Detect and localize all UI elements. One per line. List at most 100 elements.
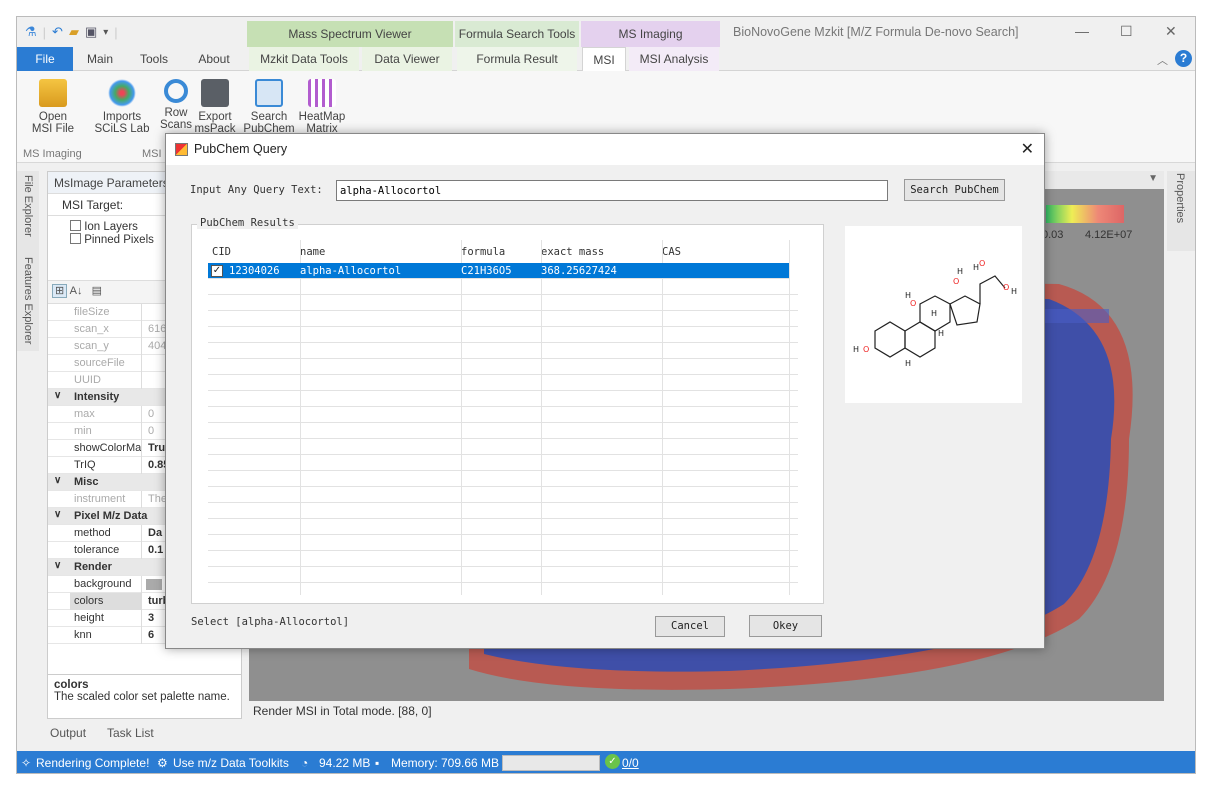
maximize-icon[interactable]: ☐ bbox=[1120, 23, 1133, 40]
heatmap-matrix-button[interactable]: HeatMap Matrix bbox=[296, 79, 348, 135]
property-key: TrIQ bbox=[70, 457, 142, 474]
export-mspack-button[interactable]: Export msPack bbox=[189, 79, 241, 135]
collapse-ribbon-icon[interactable]: ︿ bbox=[1157, 52, 1168, 68]
checkbox-icon[interactable] bbox=[70, 220, 81, 231]
row-checkbox-icon[interactable]: ✓ bbox=[211, 265, 223, 277]
close-window-icon[interactable]: ✕ bbox=[1165, 23, 1177, 40]
table-row bbox=[208, 423, 798, 439]
property-key: min bbox=[70, 423, 142, 440]
column-header[interactable]: name bbox=[300, 246, 325, 258]
svg-text:H: H bbox=[1011, 287, 1017, 296]
column-header[interactable]: exact mass bbox=[541, 246, 604, 258]
properties-dock-tab[interactable]: Properties bbox=[1167, 171, 1195, 251]
task-count-link[interactable]: 0/0 bbox=[622, 756, 639, 770]
tab-main[interactable]: Main bbox=[75, 47, 125, 71]
property-key: sourceFile bbox=[70, 355, 142, 372]
property-pages-icon[interactable]: ▤ bbox=[92, 285, 102, 297]
undo-icon[interactable]: ↶ bbox=[52, 24, 63, 40]
grid-icon bbox=[308, 79, 336, 107]
button-label: MSI File bbox=[31, 123, 75, 135]
property-key: instrument bbox=[70, 491, 142, 508]
title-bar: ⚗ | ↶ ▰ ▣ ▾ | Mass Spectrum Viewer Formu… bbox=[17, 17, 1195, 47]
qat-dropdown-icon[interactable]: ▾ bbox=[103, 27, 108, 38]
button-label: Open bbox=[38, 111, 68, 123]
checkbox-icon[interactable] bbox=[70, 233, 81, 244]
selection-text: Select [alpha-Allocortol] bbox=[191, 616, 350, 628]
table-row bbox=[208, 375, 798, 391]
folder-icon[interactable]: ▰ bbox=[69, 24, 79, 40]
chevron-down-icon[interactable]: ∨ bbox=[54, 475, 61, 486]
table-row bbox=[208, 567, 798, 583]
query-input[interactable] bbox=[336, 180, 888, 201]
memory-chart-icon: ◔ bbox=[301, 756, 309, 770]
search-doc-icon bbox=[255, 79, 283, 107]
property-key: fileSize bbox=[70, 304, 142, 321]
task-list-tab[interactable]: Task List bbox=[107, 726, 154, 740]
pubchem-query-dialog: PubChem Query ✕ Input Any Query Text: Se… bbox=[165, 133, 1045, 649]
flask-icon[interactable]: ⚗ bbox=[25, 24, 37, 40]
save-disk-icon bbox=[201, 79, 229, 107]
dialog-close-icon[interactable]: ✕ bbox=[1021, 134, 1034, 165]
dropdown-icon[interactable]: ▼ bbox=[1148, 173, 1158, 184]
column-header[interactable]: CID bbox=[212, 246, 231, 258]
tab-msi[interactable]: MSI bbox=[582, 47, 626, 72]
property-key: height bbox=[70, 610, 142, 627]
output-tab[interactable]: Output bbox=[50, 726, 86, 740]
query-label: Input Any Query Text: bbox=[190, 184, 323, 196]
chevron-down-icon[interactable]: ∨ bbox=[54, 390, 61, 401]
layer-label: Ion Layers bbox=[84, 221, 138, 233]
column-header[interactable]: formula bbox=[461, 246, 505, 258]
okey-button[interactable]: Okey bbox=[749, 615, 822, 637]
help-icon[interactable]: ? bbox=[1175, 50, 1192, 67]
property-key: scan_y bbox=[70, 338, 142, 355]
molecule-structure-icon: HO HO OH HO OH HHH bbox=[853, 259, 1017, 368]
dialog-title: PubChem Query bbox=[194, 142, 288, 156]
file-explorer-tab[interactable]: File Explorer bbox=[22, 175, 34, 237]
table-cell-formula: C21H36O5 bbox=[461, 265, 512, 277]
features-explorer-tab[interactable]: Features Explorer bbox=[22, 257, 34, 344]
table-row bbox=[208, 359, 798, 375]
tab-mzkit-data-tools[interactable]: Mzkit Data Tools bbox=[249, 47, 359, 71]
ctx-tab-ms-imaging: MS Imaging bbox=[581, 21, 720, 47]
tab-data-viewer[interactable]: Data Viewer bbox=[362, 47, 452, 71]
open-msi-file-button[interactable]: Open MSI File bbox=[27, 79, 79, 135]
minimize-icon[interactable]: — bbox=[1075, 23, 1089, 39]
categorized-icon[interactable]: ⊞ bbox=[52, 284, 68, 298]
chevron-down-icon[interactable]: ∨ bbox=[54, 509, 61, 520]
table-row bbox=[208, 343, 798, 359]
save-icon[interactable]: ▣ bbox=[85, 24, 97, 40]
canvas-status: Render MSI in Total mode. [88, 0] bbox=[249, 701, 1164, 721]
structure-image: HO HO OH HO OH HHH bbox=[845, 226, 1022, 403]
table-row[interactable]: 12304026 alpha-Allocortol C21H36O5 368.2562… bbox=[208, 263, 789, 279]
table-row bbox=[208, 519, 798, 535]
button-label: Export bbox=[198, 111, 232, 123]
memory-usage: 94.22 MB bbox=[319, 756, 371, 770]
property-key: showColorMap bbox=[70, 440, 142, 457]
button-label: HeatMap bbox=[298, 111, 346, 123]
tab-formula-result[interactable]: Formula Result bbox=[457, 47, 577, 71]
spectrum-icon bbox=[108, 79, 136, 107]
ctx-tab-mass-spectrum-viewer: Mass Spectrum Viewer bbox=[247, 21, 453, 47]
refresh-icon bbox=[164, 79, 188, 103]
toolkit-icon: ⚙ bbox=[157, 756, 168, 770]
search-pubchem-button[interactable]: Search PubChem bbox=[243, 79, 295, 135]
ribbon-tabs: File Main Tools About Mzkit Data Tools D… bbox=[17, 47, 1195, 72]
tab-tools[interactable]: Tools bbox=[129, 47, 179, 71]
cancel-button[interactable]: Cancel bbox=[655, 616, 725, 637]
search-pubchem-dialog-button[interactable]: Search PubChem bbox=[904, 179, 1005, 201]
imports-scils-lab-button[interactable]: Imports SCiLS Lab bbox=[94, 79, 150, 135]
tab-msi-analysis[interactable]: MSI Analysis bbox=[629, 47, 719, 71]
tab-file[interactable]: File bbox=[17, 47, 73, 71]
property-key: colors bbox=[70, 593, 142, 610]
button-label: SCiLS Lab bbox=[94, 123, 150, 135]
property-key: tolerance bbox=[70, 542, 142, 559]
toolkit-link[interactable]: Use m/z Data Toolkits bbox=[173, 756, 289, 770]
ctx-tab-formula-search-tools: Formula Search Tools bbox=[455, 21, 579, 47]
property-key: scan_x bbox=[70, 321, 142, 338]
property-description: colors The scaled color set palette name… bbox=[48, 674, 241, 718]
chevron-down-icon[interactable]: ∨ bbox=[54, 560, 61, 571]
table-header: CID name formula exact mass CAS bbox=[208, 241, 798, 263]
column-header[interactable]: CAS bbox=[662, 246, 681, 258]
sort-az-icon[interactable]: A↓ bbox=[70, 285, 83, 297]
tab-about[interactable]: About bbox=[189, 47, 239, 71]
